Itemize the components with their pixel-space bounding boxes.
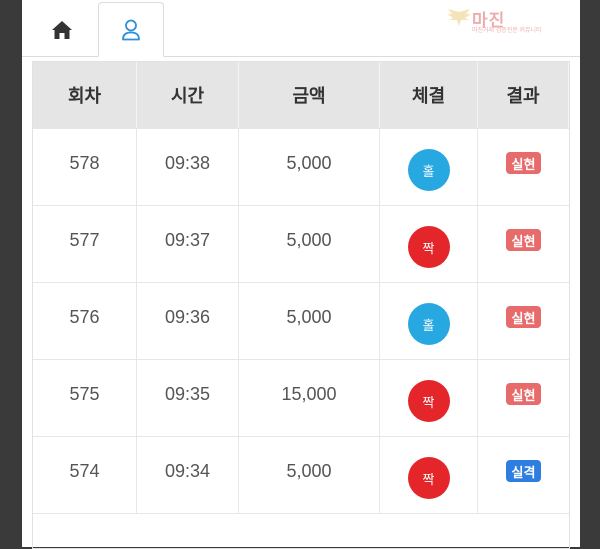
header-round: 회차 (33, 62, 137, 128)
header-time: 시간 (137, 62, 239, 128)
pick-circle: 홀 (407, 149, 450, 191)
home-icon (52, 21, 72, 39)
round-cell: 575 (33, 360, 137, 436)
time-cell: 09:36 (137, 283, 239, 359)
tab-bar: 마진 마진거래 검증전문 커뮤니티 (22, 0, 580, 57)
table-row: 574 09:34 5,000 짝 실격 (33, 436, 569, 513)
pick-circle: 짝 (407, 380, 450, 422)
header-result: 결과 (478, 62, 569, 128)
result-badge: 실격 (505, 460, 542, 482)
table-row: 576 09:36 5,000 홀 실현 (33, 282, 569, 359)
pick-circle: 홀 (407, 303, 450, 345)
user-icon (122, 19, 140, 40)
table-row-empty (33, 513, 569, 548)
time-cell: 09:38 (137, 129, 239, 205)
table-row: 577 09:37 5,000 짝 실현 (33, 205, 569, 282)
result-badge: 실현 (505, 152, 542, 174)
watermark-subtext: 마진거래 검증전문 커뮤니티 (472, 28, 542, 34)
time-cell: 09:37 (137, 206, 239, 282)
amount-cell: 5,000 (239, 283, 380, 359)
pick-circle: 짝 (407, 226, 450, 268)
table-row: 578 09:38 5,000 홀 실현 (33, 128, 569, 205)
round-cell: 578 (33, 129, 137, 205)
watermark-logo: 마진 마진거래 검증전문 커뮤니티 (446, 6, 568, 34)
amount-cell: 5,000 (239, 206, 380, 282)
time-cell: 09:34 (137, 437, 239, 513)
amount-cell: 5,000 (239, 129, 380, 205)
header-pick: 체결 (380, 62, 478, 128)
pick-cell: 짝 (380, 360, 478, 436)
pick-circle: 짝 (407, 457, 450, 499)
eagle-logo-icon (447, 9, 471, 26)
result-badge: 실현 (505, 306, 542, 328)
table-row: 575 09:35 15,000 짝 실현 (33, 359, 569, 436)
table-header-row: 회차 시간 금액 체결 결과 (33, 62, 569, 128)
result-cell: 실현 (478, 283, 569, 359)
round-cell: 577 (33, 206, 137, 282)
tab-home[interactable] (30, 4, 94, 56)
main-panel: 마진 마진거래 검증전문 커뮤니티 회차 시간 금액 체결 결과 578 09:… (22, 0, 580, 549)
pick-cell: 홀 (380, 283, 478, 359)
pick-cell: 짝 (380, 437, 478, 513)
pick-cell: 짝 (380, 206, 478, 282)
amount-cell: 5,000 (239, 437, 380, 513)
bet-history-table: 회차 시간 금액 체결 결과 578 09:38 5,000 홀 실현 577 … (32, 61, 570, 549)
time-cell: 09:35 (137, 360, 239, 436)
amount-cell: 15,000 (239, 360, 380, 436)
round-cell: 576 (33, 283, 137, 359)
result-badge: 실현 (505, 383, 542, 405)
result-cell: 실격 (478, 437, 569, 513)
result-cell: 실현 (478, 206, 569, 282)
result-cell: 실현 (478, 360, 569, 436)
result-badge: 실현 (505, 229, 542, 251)
header-amount: 금액 (239, 62, 380, 128)
pick-cell: 홀 (380, 129, 478, 205)
result-cell: 실현 (478, 129, 569, 205)
tab-user[interactable] (98, 2, 164, 57)
round-cell: 574 (33, 437, 137, 513)
